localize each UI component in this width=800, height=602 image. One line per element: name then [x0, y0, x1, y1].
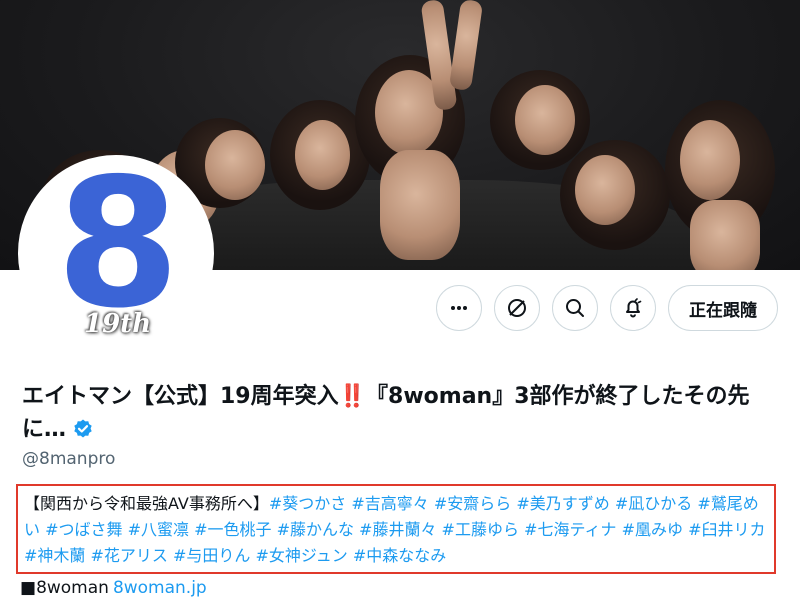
link-square: ■	[20, 578, 37, 598]
notification-bell-icon	[626, 298, 642, 318]
website-link[interactable]: 8woman.jp	[113, 578, 207, 598]
grok-button[interactable]	[494, 285, 540, 331]
verified-badge-icon[interactable]	[72, 417, 94, 450]
link-label: 8woman	[36, 578, 109, 598]
avatar[interactable]: 8 19th	[18, 155, 214, 351]
search-button[interactable]	[552, 285, 598, 331]
profile-link-row: ■8woman 8woman.jp	[20, 576, 207, 600]
profile-bio: 【関西から令和最強AV事務所へ】#葵つかさ #吉高寧々 #安齋らら #美乃すずめ…	[16, 484, 776, 574]
grok-icon	[508, 299, 526, 317]
profile-handle: @8manpro	[22, 449, 116, 469]
search-icon	[566, 299, 584, 317]
double-exclamation-emoji: ‼️	[338, 384, 367, 409]
display-name-prefix: エイトマン【公式】19周年突入	[22, 384, 339, 409]
more-icon	[451, 306, 467, 310]
following-button[interactable]: 正在跟隨	[668, 285, 778, 331]
notification-button[interactable]	[610, 285, 656, 331]
profile-actions: 正在跟隨	[436, 285, 778, 331]
more-button[interactable]	[436, 285, 482, 331]
avatar-numeral: 8	[56, 155, 180, 347]
display-name: エイトマン【公式】19周年突入‼️『8woman』3部作が終了したその先に…	[22, 380, 782, 450]
bio-lead: 【関西から令和最強AV事務所へ】	[24, 494, 269, 513]
avatar-badge: 19th	[84, 309, 152, 339]
